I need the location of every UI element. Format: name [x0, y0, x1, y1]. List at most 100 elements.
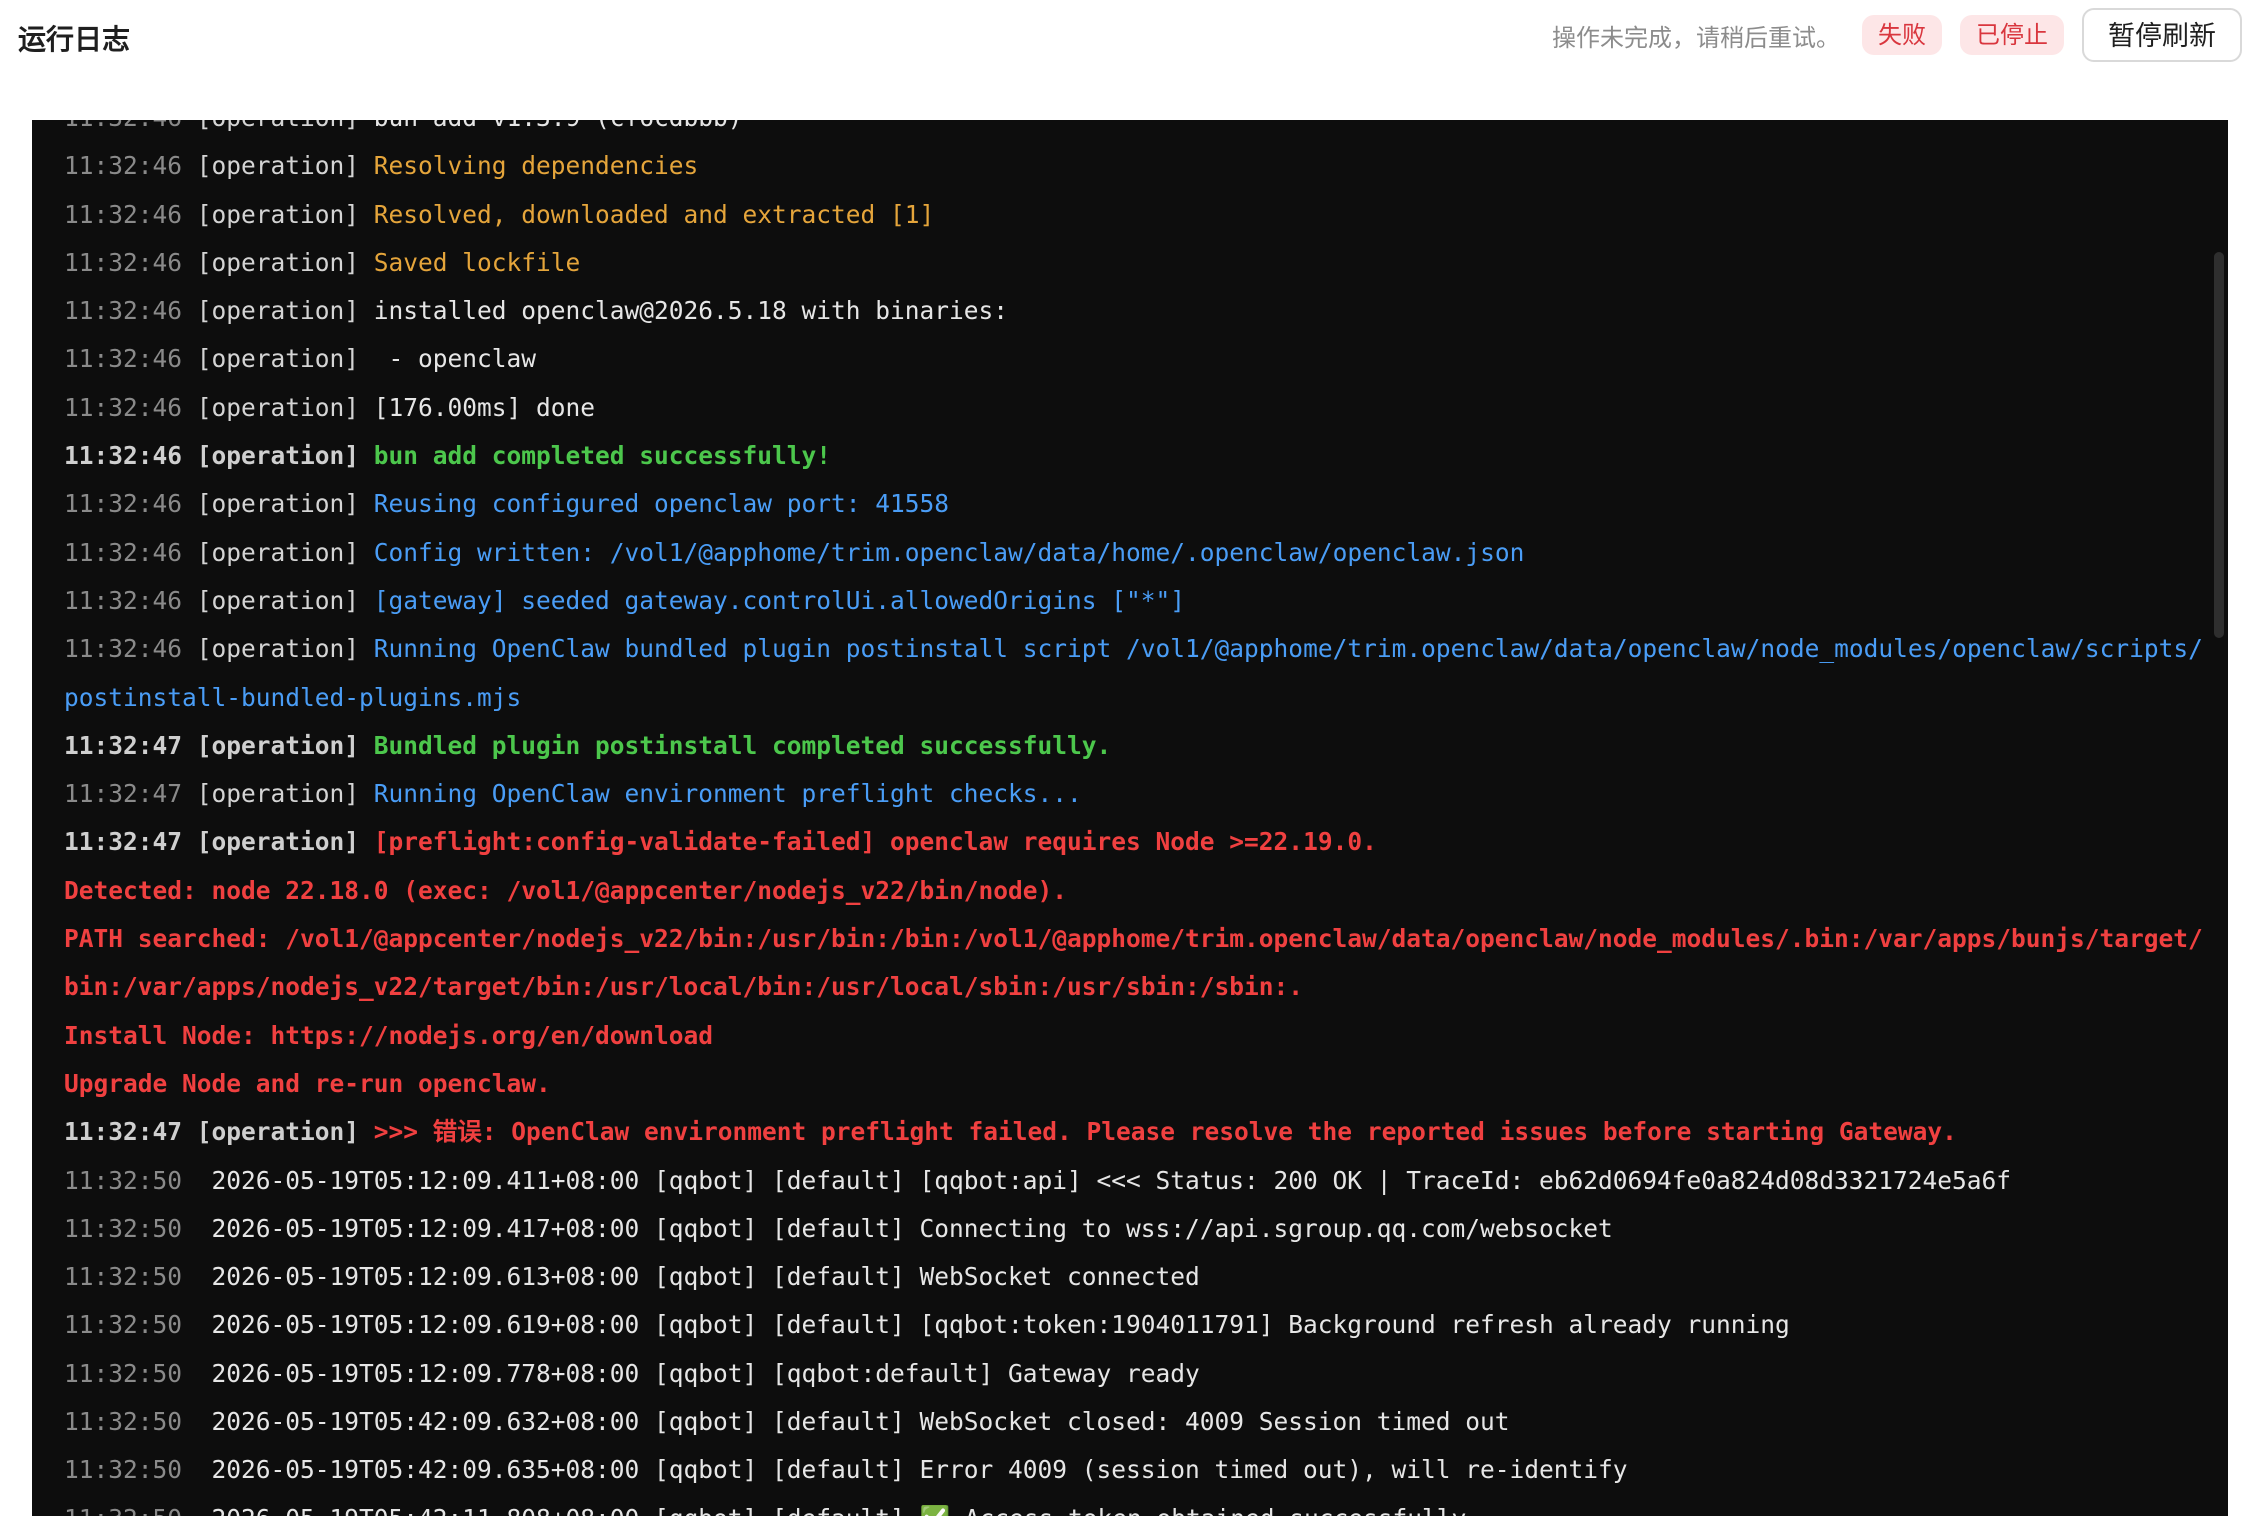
- header-actions: 操作未完成，请稍后重试。 失败 已停止 暂停刷新: [1552, 6, 2242, 64]
- log-message: bun add completed successfully!: [359, 441, 832, 471]
- log-line: 11:32:46 [operation] Resolved, downloade…: [64, 191, 2214, 239]
- log-line: Install Node: https://nodejs.org/en/down…: [64, 1012, 2214, 1060]
- log-timestamp: 11:32:46: [64, 634, 183, 664]
- page-title: 运行日志: [18, 23, 131, 56]
- log-tag: [operation]: [196, 730, 360, 760]
- log-line: 11:32:50 2026-05-19T05:12:09.411+08:00 […: [64, 1157, 2214, 1205]
- log-message: [gateway] seeded gateway.controlUi.allow…: [359, 585, 1186, 615]
- log-message: 2026-05-19T05:12:09.619+08:00 [qqbot] [d…: [196, 1310, 1790, 1340]
- log-tag: [operation]: [196, 199, 360, 229]
- log-line: bin:/var/apps/nodejs_v22/target/bin:/usr…: [64, 963, 2214, 1011]
- log-timestamp: 11:32:50: [64, 1310, 183, 1340]
- header: 运行日志 操作未完成，请稍后重试。 失败 已停止 暂停刷新: [0, 0, 2260, 120]
- log-line: 11:32:50 2026-05-19T05:12:09.613+08:00 […: [64, 1253, 2214, 1301]
- log-timestamp: 11:32:46: [64, 296, 183, 326]
- log-timestamp: 11:32:46: [64, 120, 182, 132]
- log-line: 11:32:46 [operation] installed openclaw@…: [64, 287, 2214, 335]
- log-line: 11:32:50 2026-05-19T05:12:09.417+08:00 […: [64, 1205, 2214, 1253]
- log-timestamp: 11:32:50: [64, 1358, 183, 1388]
- log-timestamp: 11:32:46: [64, 247, 183, 277]
- log-tag: [operation]: [196, 827, 360, 857]
- log-message: installed openclaw@2026.5.18 with binari…: [359, 296, 1009, 326]
- log-message: Saved lockfile: [359, 247, 581, 277]
- log-message: Reusing configured openclaw port: 41558: [359, 489, 950, 519]
- log-tag: [operation]: [196, 392, 360, 422]
- log-line: 11:32:50 2026-05-19T05:42:11.808+08:00 […: [64, 1495, 2214, 1516]
- log-message: 2026-05-19T05:42:11.808+08:00 [qqbot] [d…: [197, 1504, 1467, 1516]
- log-timestamp: 11:32:46: [64, 344, 183, 374]
- log-line: 11:32:46 [operation] Reusing configured …: [64, 480, 2214, 528]
- log-timestamp: 11:32:50: [64, 1213, 183, 1243]
- log-tag: [operation]: [196, 296, 360, 326]
- log-line: Upgrade Node and re-run openclaw.: [64, 1060, 2214, 1108]
- log-line: 11:32:47 [operation] Bundled plugin post…: [64, 722, 2214, 770]
- log-message: Running OpenClaw bundled plugin postinst…: [359, 634, 2203, 664]
- log-line: 11:32:46 [operation] Saved lockfile: [64, 239, 2214, 287]
- log-line: 11:32:46 [operation] bun add completed s…: [64, 432, 2214, 480]
- log-line: 11:32:46 [operation] - openclaw: [64, 335, 2214, 383]
- log-message: Upgrade Node and re-run openclaw.: [64, 1068, 551, 1098]
- scrollbar[interactable]: [2214, 252, 2224, 638]
- log-tag: [operation]: [196, 344, 360, 374]
- log-line: 11:32:50 2026-05-19T05:12:09.778+08:00 […: [64, 1350, 2214, 1398]
- log-tag: [operation]: [196, 151, 360, 181]
- log-message: 2026-05-19T05:12:09.417+08:00 [qqbot] [d…: [196, 1213, 1613, 1243]
- log-tag: [operation]: [196, 441, 360, 471]
- log-tag: [operation]: [196, 247, 360, 277]
- log-timestamp: 11:32:46: [64, 151, 183, 181]
- log-timestamp: 11:32:47: [64, 827, 183, 857]
- log-timestamp: 11:32:47: [64, 730, 183, 760]
- log-timestamp: 11:32:46: [64, 489, 183, 519]
- log-line: 11:32:47 [operation] >>> 错误: OpenClaw en…: [64, 1108, 2214, 1156]
- log-message: Resolved, downloaded and extracted [1]: [359, 199, 935, 229]
- log-line: PATH searched: /vol1/@appcenter/nodejs_v…: [64, 915, 2214, 963]
- log-line: 11:32:50 2026-05-19T05:12:09.619+08:00 […: [64, 1301, 2214, 1349]
- log-tag: [operation]: [197, 120, 359, 132]
- log-tag: [operation]: [196, 779, 360, 809]
- log-message: Running OpenClaw environment preflight c…: [359, 779, 1082, 809]
- log-line: 11:32:46 [operation] bun add v1.3.9 (cf6…: [64, 120, 2214, 142]
- log-timestamp: 11:32:46: [64, 392, 183, 422]
- log-line: 11:32:46 [operation] [gateway] seeded ga…: [64, 577, 2214, 625]
- log-message: Install Node: https://nodejs.org/en/down…: [64, 1020, 714, 1050]
- log-message: - openclaw: [359, 344, 537, 374]
- log-timestamp: 11:32:50: [64, 1504, 182, 1516]
- log-line: 11:32:46 [operation] [176.00ms] done: [64, 384, 2214, 432]
- log-line: 11:32:50 2026-05-19T05:42:09.635+08:00 […: [64, 1446, 2214, 1494]
- log-line: 11:32:50 2026-05-19T05:42:09.632+08:00 […: [64, 1398, 2214, 1446]
- status-hint: 操作未完成，请稍后重试。: [1552, 23, 1840, 52]
- log-message: Config written: /vol1/@apphome/trim.open…: [359, 537, 1525, 567]
- log-timestamp: 11:32:46: [64, 537, 183, 567]
- log-message: >>> 错误: OpenClaw environment preflight f…: [359, 1117, 1957, 1147]
- log-message: Detected: node 22.18.0 (exec: /vol1/@app…: [64, 875, 1068, 905]
- log-message: bun add v1.3.9 (cf6cdbbb): [359, 120, 743, 132]
- log-tag: [operation]: [196, 537, 360, 567]
- log-tag: [operation]: [196, 1117, 360, 1147]
- log-line: 11:32:47 [operation] Running OpenClaw en…: [64, 770, 2214, 818]
- status-badge-stopped: 已停止: [1960, 15, 2064, 55]
- log-tag: [operation]: [196, 634, 360, 664]
- log-line: 11:32:46 [operation] Resolving dependenc…: [64, 142, 2214, 190]
- log-line: Detected: node 22.18.0 (exec: /vol1/@app…: [64, 867, 2214, 915]
- log-timestamp: 11:32:50: [64, 1455, 183, 1485]
- log-timestamp: 11:32:46: [64, 441, 183, 471]
- log-timestamp: 11:32:46: [64, 199, 183, 229]
- log-lines: 11:32:46 [operation] bun add v1.3.9 (cf6…: [64, 120, 2214, 1516]
- log-message: postinstall-bundled-plugins.mjs: [64, 682, 522, 712]
- log-timestamp: 11:32:47: [64, 779, 183, 809]
- log-timestamp: 11:32:50: [64, 1262, 183, 1292]
- log-message: 2026-05-19T05:42:09.635+08:00 [qqbot] [d…: [196, 1455, 1628, 1485]
- log-message: 2026-05-19T05:12:09.411+08:00 [qqbot] [d…: [196, 1165, 2012, 1195]
- log-console[interactable]: 11:32:46 [operation] bun add v1.3.9 (cf6…: [32, 120, 2228, 1516]
- pause-refresh-button[interactable]: 暂停刷新: [2082, 8, 2242, 62]
- log-message: Bundled plugin postinstall completed suc…: [359, 730, 1112, 760]
- status-badge-failed: 失败: [1862, 15, 1942, 55]
- log-line: 11:32:47 [operation] [preflight:config-v…: [64, 818, 2214, 866]
- log-message: 2026-05-19T05:12:09.613+08:00 [qqbot] [d…: [196, 1262, 1200, 1292]
- log-message: 2026-05-19T05:42:09.632+08:00 [qqbot] [d…: [196, 1407, 1510, 1437]
- log-message: Resolving dependencies: [359, 151, 699, 181]
- log-tag: [operation]: [196, 489, 360, 519]
- log-message: [176.00ms] done: [359, 392, 596, 422]
- log-message: bin:/var/apps/nodejs_v22/target/bin:/usr…: [64, 972, 1304, 1002]
- log-timestamp: 11:32:50: [64, 1165, 183, 1195]
